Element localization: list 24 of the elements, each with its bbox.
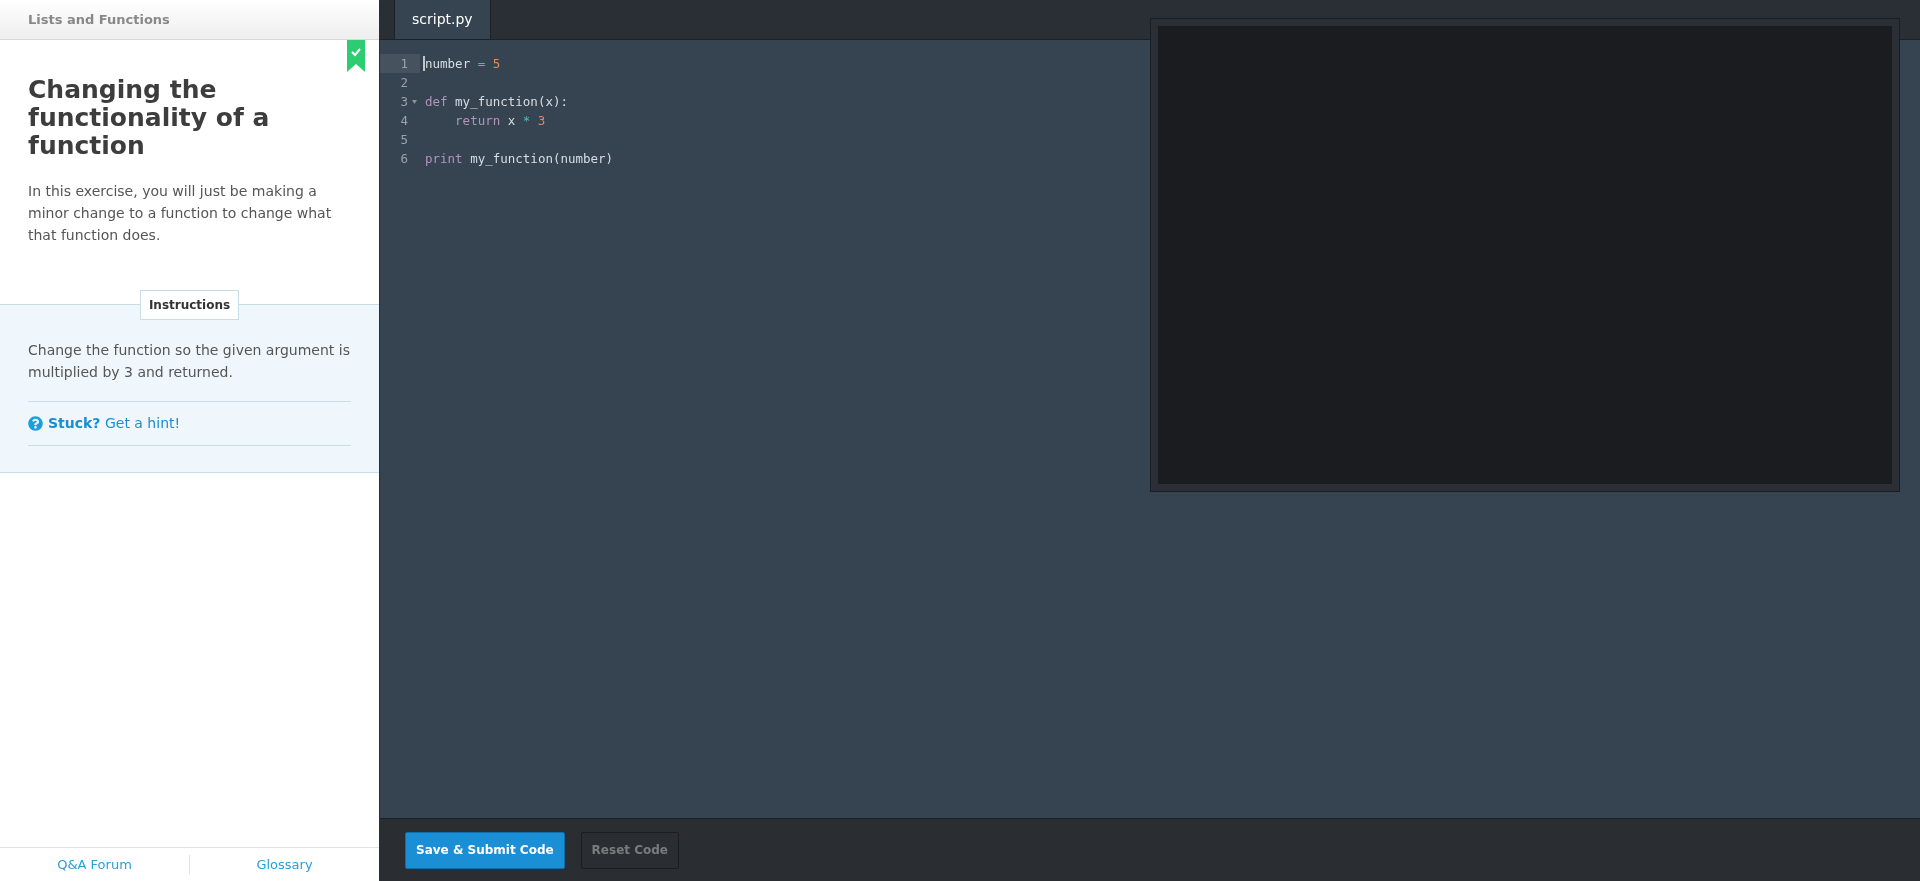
line-number: 5 (400, 131, 408, 149)
line-number: 6 (400, 150, 408, 168)
submit-button[interactable]: Save & Submit Code (405, 831, 565, 869)
line-number: 3 (400, 93, 408, 111)
hint-link[interactable]: Stuck? Get a hint! (48, 413, 181, 434)
line-number: 4 (400, 112, 408, 130)
reset-button[interactable]: Reset Code (580, 831, 679, 869)
code-line: def my_function(x): (425, 93, 568, 111)
footer-link[interactable]: Q&A Forum (57, 854, 132, 875)
code-line: print my_function(number) (425, 150, 614, 168)
footer-link[interactable]: Glossary (256, 854, 313, 875)
code-line: number = 5 (425, 55, 501, 73)
help-icon (28, 416, 43, 431)
file-tab[interactable]: script.py (394, 0, 491, 39)
lesson-description: In this exercise, you will just be making a minor change to a function to change what that function does. (28, 182, 333, 245)
lesson-title: Changing the functionality of a function (28, 76, 271, 160)
fold-arrow-icon[interactable] (412, 100, 417, 104)
line-number: 2 (400, 74, 408, 92)
line-number: 1 (400, 55, 408, 73)
instructions-text: Change the function so the given argument is multiplied by 3 and returned. (28, 341, 351, 382)
code-line: return x * 3 (455, 112, 546, 130)
text-cursor (423, 56, 425, 71)
instructions-label: Instructions (139, 290, 240, 320)
section-title: Lists and Functions (28, 10, 170, 29)
